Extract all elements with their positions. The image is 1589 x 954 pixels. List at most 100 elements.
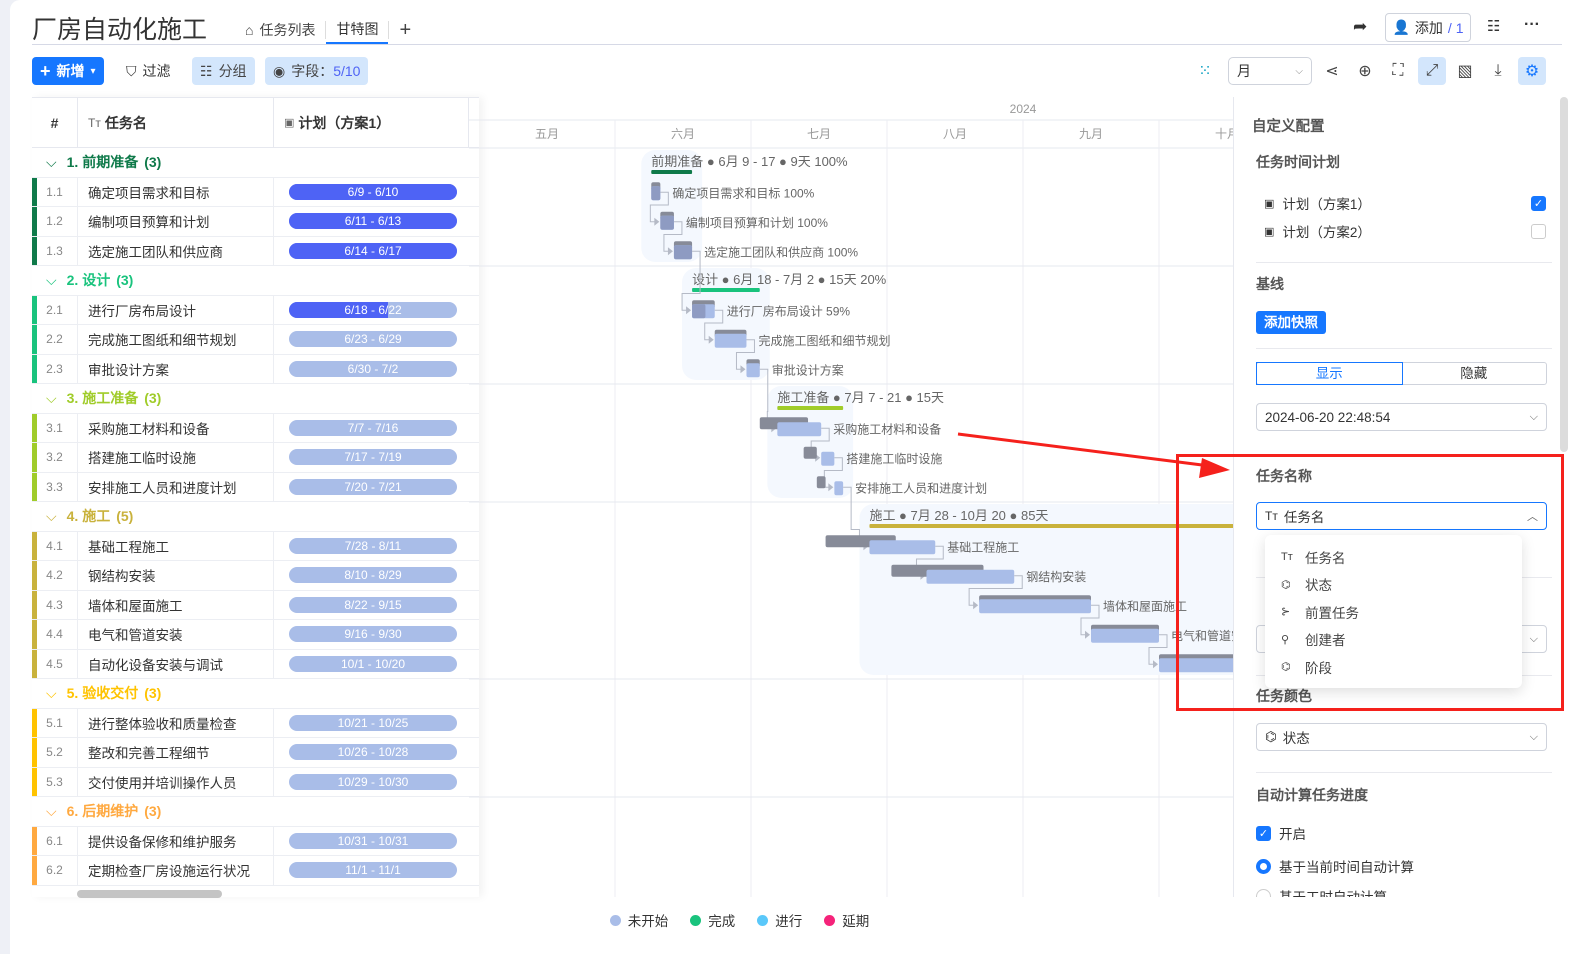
table-row[interactable]: 4.2 钢结构安装 8/10 - 8/29 [32,561,479,591]
chevron-down-icon[interactable]: ⌵ [46,272,57,289]
share-icon[interactable]: ➦ [1353,17,1367,37]
group-header[interactable]: ⌵ 6. 后期维护 (3) [32,797,479,827]
task-bar[interactable] [746,363,760,378]
task-name[interactable]: 提供设备保修和维护服务 [78,826,274,855]
table-row[interactable]: 1.2 编制项目预算和计划 6/11 - 6/13 [32,207,479,237]
add-view-button[interactable]: + [389,16,421,44]
task-bar[interactable] [821,451,835,466]
group-header[interactable]: ⌵ 4. 施工 (5) [32,502,479,532]
table-row[interactable]: 3.3 安排施工人员和进度计划 7/20 - 7/21 [32,472,479,502]
task-bar[interactable] [1091,628,1159,643]
enable-checkbox[interactable]: ✓ [1256,825,1271,841]
task-name[interactable]: 安排施工人员和进度计划 [78,472,274,501]
chevron-down-icon[interactable]: ⌵ [46,803,57,820]
task-name[interactable]: 审批设计方案 [78,354,274,383]
plan-date-pill[interactable]: 7/7 - 7/16 [289,419,457,436]
task-name[interactable]: 自动化设备安装与调试 [78,649,274,678]
group-header[interactable]: ⌵ 1. 前期准备 (3) [32,148,479,178]
group-summary-label[interactable]: 施工 ● 7月 28 - 10月 20 ● 85天 [869,508,1048,523]
fullscreen-icon[interactable]: ⤢ [1418,57,1446,85]
radio-current-time[interactable]: 基于当前时间自动计算 [1256,856,1414,876]
task-bar[interactable] [714,333,747,348]
year-label[interactable]: 2024 [1010,102,1037,116]
new-task-button[interactable]: + 新增 ▾ [32,57,104,85]
column-plan[interactable]: ▣ 计划（方案1） [274,98,469,147]
download-icon[interactable]: ⤓ [1484,57,1512,85]
table-row[interactable]: 3.2 搭建施工临时设施 7/17 - 7/19 [32,443,479,473]
horizontal-scrollbar[interactable] [77,890,222,898]
month-label[interactable]: 八月 [943,127,967,141]
grid-density-icon[interactable]: ⁙ [1191,57,1219,85]
table-row[interactable]: 4.3 墙体和屋面施工 8/22 - 9/15 [32,590,479,620]
more-icon[interactable]: ··· [1524,16,1540,34]
plan-date-pill[interactable]: 8/10 - 8/29 [289,567,457,584]
task-name[interactable]: 墙体和屋面施工 [78,590,274,619]
task-name[interactable]: 完成施工图纸和细节规划 [78,325,274,354]
plan-date-pill[interactable]: 7/28 - 8/11 [289,537,457,554]
task-label[interactable]: 采购施工材料和设备 [833,421,941,436]
task-bar[interactable] [926,569,1015,584]
chevron-down-icon[interactable]: ⌵ [46,390,57,407]
table-row[interactable]: 2.3 审批设计方案 6/30 - 7/2 [32,354,479,384]
task-label[interactable]: 基础工程施工 [947,539,1019,554]
group-header[interactable]: ⌵ 5. 验收交付 (3) [32,679,479,709]
task-bar[interactable] [834,481,844,496]
task-name[interactable]: 选定施工团队和供应商 [78,236,274,265]
table-row[interactable]: 6.2 定期检查厂房设施运行状况 11/1 - 11/1 [32,856,479,886]
plan-date-pill[interactable]: 6/18 - 6/22 [289,301,457,318]
plan-1-checkbox[interactable]: ✓ [1531,195,1546,211]
table-row[interactable]: 2.2 完成施工图纸和细节规划 6/23 - 6/29 [32,325,479,355]
task-name[interactable]: 编制项目预算和计划 [78,207,274,236]
task-name[interactable]: 基础工程施工 [78,531,274,560]
plan-2-checkbox[interactable] [1531,223,1546,239]
month-label[interactable]: 七月 [807,127,831,141]
focus-icon[interactable]: ⛶ [1384,57,1412,85]
plan-option-1[interactable]: ▣ 计划（方案1） ✓ [1264,193,1546,213]
plan-date-pill[interactable]: 10/21 - 10/25 [289,714,457,731]
filter-button[interactable]: ⛉ 过滤 [118,57,179,85]
group-button[interactable]: ☷ 分组 [192,57,255,85]
locate-today-icon[interactable]: ⊕ [1351,57,1379,85]
group-summary-bar[interactable] [692,288,760,292]
task-name[interactable]: 整改和完善工程细节 [78,738,274,767]
table-row[interactable]: 3.1 采购施工材料和设备 7/7 - 7/16 [32,413,479,443]
add-member-button[interactable]: 👤 添加/ 1 [1385,13,1471,42]
plan-date-pill[interactable]: 6/23 - 6/29 [289,331,457,348]
task-name[interactable]: 搭建施工临时设施 [78,443,274,472]
table-row[interactable]: 2.1 进行厂房布局设计 6/18 - 6/22 [32,295,479,325]
table-row[interactable]: 5.1 进行整体验收和质量检查 10/21 - 10/25 [32,708,479,738]
plan-date-pill[interactable]: 7/20 - 7/21 [289,478,457,495]
baseline-bar[interactable] [816,476,826,489]
task-name[interactable]: 钢结构安装 [78,561,274,590]
add-snapshot-button[interactable]: 添加快照 [1256,311,1326,334]
task-bar[interactable] [869,540,936,555]
table-row[interactable]: 1.1 确定项目需求和目标 6/9 - 6/10 [32,177,479,207]
hide-baseline-button[interactable]: 隐藏 [1402,363,1547,384]
chevron-down-icon[interactable]: ⌵ [46,154,57,171]
snapshot-select[interactable]: 2024-06-20 22:48:54 ⌵ [1256,403,1547,431]
group-summary-label[interactable]: 前期准备 ● 6月 9 - 17 ● 9天 100% [651,154,848,169]
task-bar[interactable] [979,599,1091,614]
tab-task-list[interactable]: ⌂ 任务列表 [235,16,325,44]
task-label[interactable]: 进行厂房布局设计 59% [727,303,851,318]
column-task-name[interactable]: Tт 任务名 [78,98,274,147]
group-summary-bar[interactable] [651,170,693,174]
group-summary-label[interactable]: 施工准备 ● 7月 7 - 21 ● 15天 [777,390,944,405]
radio-work-hours[interactable]: 基于工时自动计算 [1256,886,1387,897]
table-row[interactable]: 5.3 交付使用并培训操作人员 10/29 - 10/30 [32,767,479,797]
month-label[interactable]: 六月 [671,127,695,141]
plan-date-pill[interactable]: 10/1 - 10/20 [289,655,457,672]
month-label[interactable]: 五月 [535,127,559,141]
table-row[interactable]: 4.4 电气和管道安装 9/16 - 9/30 [32,620,479,650]
plan-date-pill[interactable]: 8/22 - 9/15 [289,596,457,613]
table-row[interactable]: 6.1 提供设备保修和维护服务 10/31 - 10/31 [32,826,479,856]
chevron-down-icon[interactable]: ⌵ [46,508,57,525]
plan-date-pill[interactable]: 9/16 - 9/30 [289,626,457,643]
baseline-bar[interactable] [803,446,817,459]
task-label[interactable]: 墙体和屋面施工 [1103,599,1187,613]
radio-unselected[interactable] [1256,888,1271,897]
task-label[interactable]: 编制项目预算和计划 100% [686,215,828,230]
plan-option-2[interactable]: ▣ 计划（方案2） [1264,221,1546,241]
group-summary-bar[interactable] [777,406,844,410]
task-label[interactable]: 安排施工人员和进度计划 [855,480,987,495]
